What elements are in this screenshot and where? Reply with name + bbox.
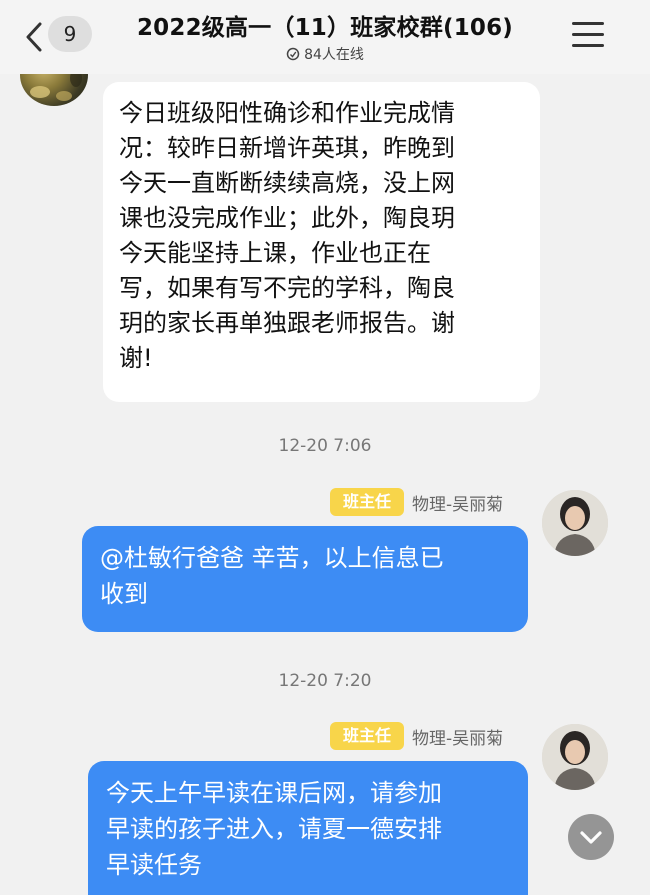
scroll-to-bottom-button[interactable]	[568, 814, 614, 860]
message-line: 早读任务	[106, 851, 202, 879]
message-line: 早读的孩子进入，请夏一德安排	[106, 815, 442, 843]
clock-icon	[286, 47, 300, 61]
outgoing-message-bubble[interactable]: @杜敏行爸爸 辛苦，以上信息已 收到	[82, 526, 528, 632]
online-status: 84人在线	[0, 44, 650, 64]
message-timestamp: 12-20 7:20	[278, 671, 372, 691]
teacher-avatar[interactable]	[542, 724, 608, 790]
avatar-image	[542, 724, 608, 790]
menu-button[interactable]	[572, 20, 606, 50]
message-line: 今天一直断断续续高烧，没上网	[119, 169, 455, 197]
message-timestamp: 12-20 7:06	[278, 436, 372, 456]
sender-name: 物理-吴丽菊	[412, 729, 504, 749]
message-line: 今天上午早读在课后网，请参加	[106, 779, 442, 807]
outgoing-message-bubble[interactable]: 今天上午早读在课后网，请参加 早读的孩子进入，请夏一德安排 早读任务	[88, 761, 528, 895]
message-line: @杜敏行爸爸 辛苦，以上信息已	[100, 544, 444, 572]
message-line: 谢!	[119, 344, 153, 372]
message-line: 玥的家长再单独跟老师报告。谢	[119, 309, 455, 337]
message-line: 课也没完成作业；此外，陶良玥	[119, 204, 455, 232]
role-badge: 班主任	[330, 488, 404, 516]
chevron-down-icon	[580, 831, 602, 844]
incoming-message-bubble[interactable]: 今日班级阳性确诊和作业完成情 况：较昨日新增许英琪，昨晚到 今天一直断断续续高烧…	[103, 82, 540, 402]
avatar-image	[542, 490, 608, 556]
message-line: 况：较昨日新增许英琪，昨晚到	[119, 134, 455, 162]
online-count: 84人在线	[304, 47, 364, 63]
message-line: 收到	[100, 580, 148, 608]
teacher-avatar[interactable]	[542, 490, 608, 556]
chat-header: 9 2022级高一（11）班家校群(106) 84人在线	[0, 0, 650, 74]
role-badge: 班主任	[330, 722, 404, 750]
message-line: 写，如果有写不完的学科，陶良	[119, 274, 455, 302]
hamburger-menu-icon	[572, 22, 604, 25]
chat-title: 2022级高一（11）班家校群(106)	[136, 15, 514, 41]
message-line: 今日班级阳性确诊和作业完成情	[119, 99, 455, 127]
sender-name: 物理-吴丽菊	[412, 495, 504, 515]
message-line: 今天能坚持上课，作业也正在	[119, 239, 431, 267]
